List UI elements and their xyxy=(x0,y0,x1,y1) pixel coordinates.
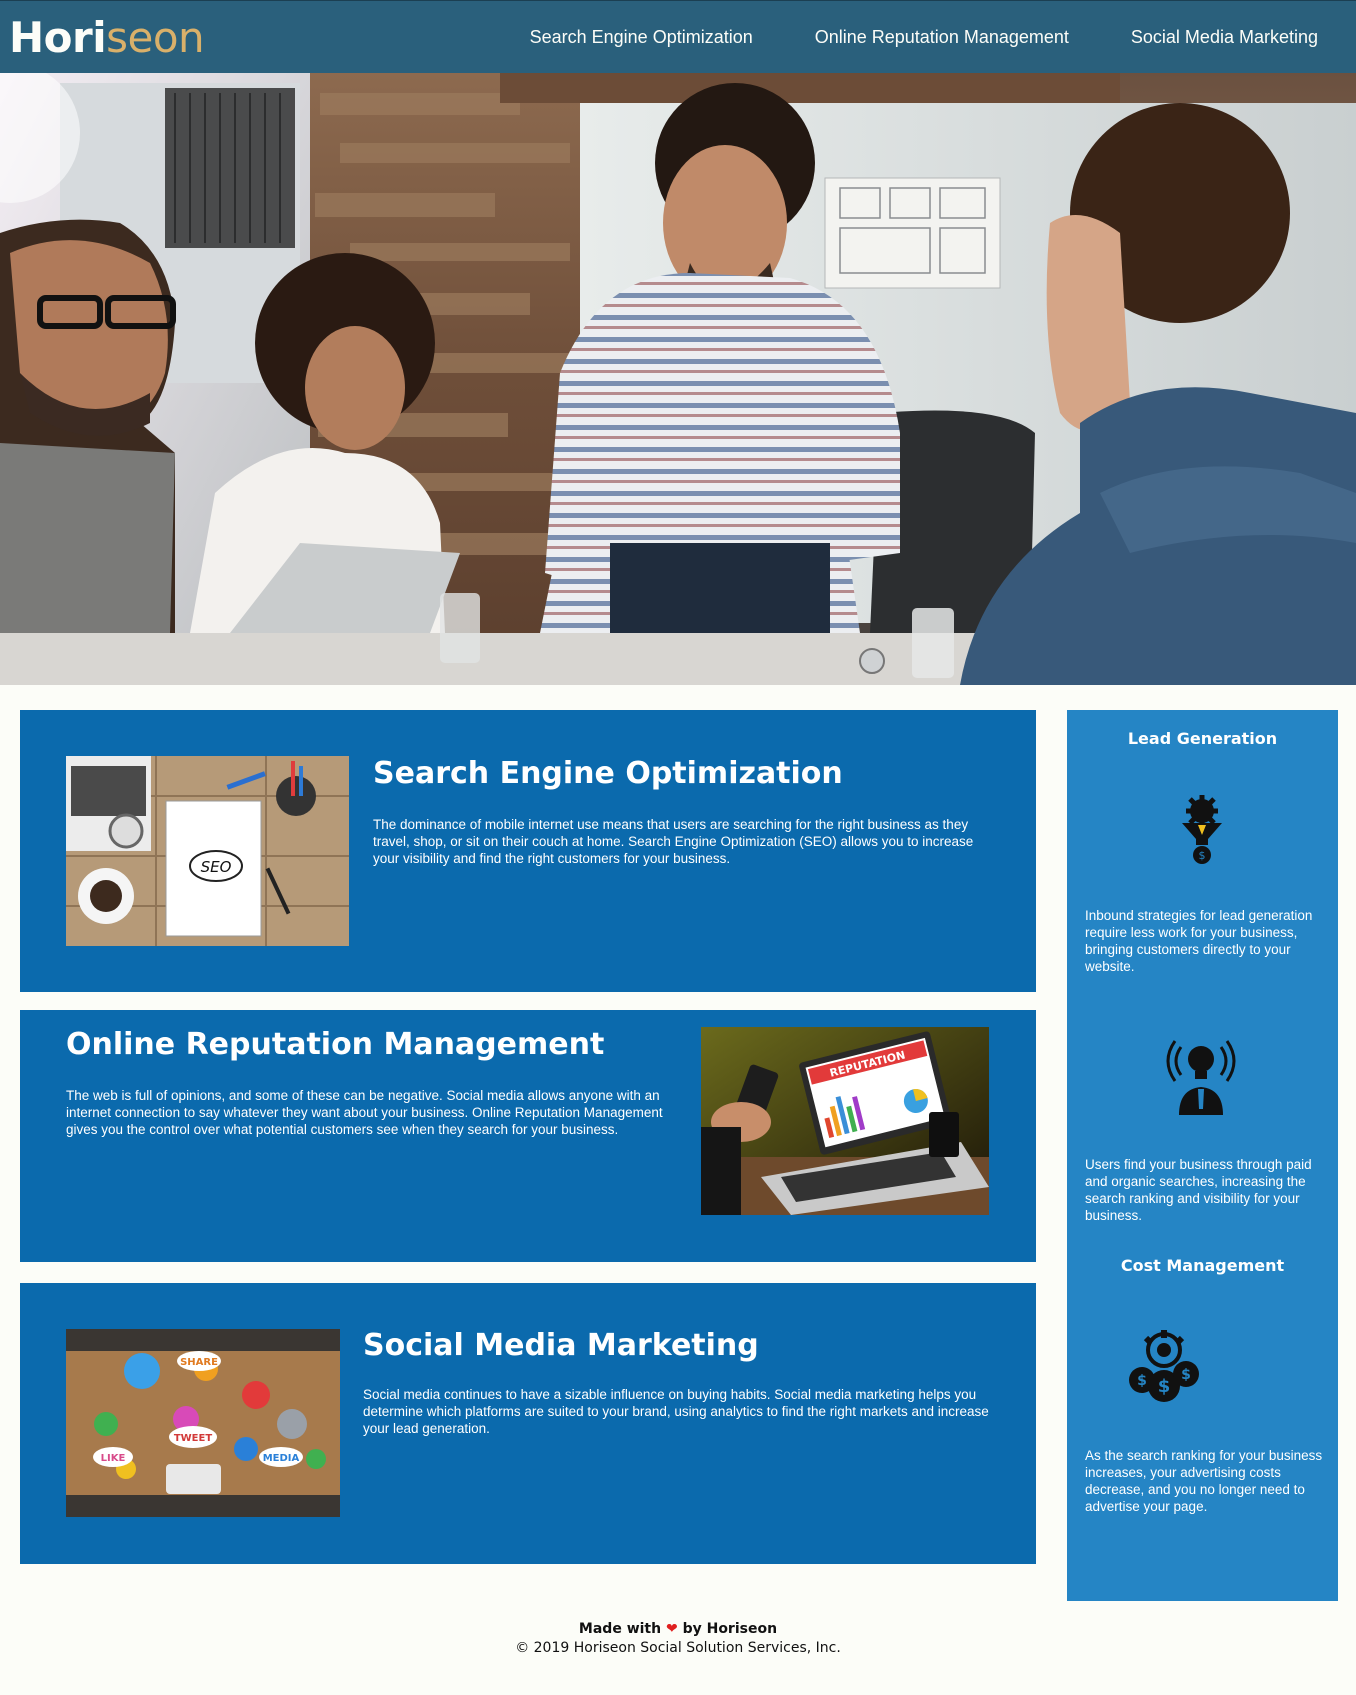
smm-word-media: MEDIA xyxy=(263,1453,300,1464)
hero-image xyxy=(0,73,1356,685)
seo-image: SEO xyxy=(66,756,349,946)
smm-social-illustration: SHARE TWEET LIKE MEDIA xyxy=(66,1329,340,1517)
cost-management-title: Cost Management xyxy=(1120,1256,1285,1275)
svg-text:$: $ xyxy=(1137,1373,1147,1389)
logo-main: Hori xyxy=(9,13,107,62)
site-header: Horiseon Search Engine Optimization Onli… xyxy=(0,0,1356,73)
lead-generation-icon: $ xyxy=(1178,793,1226,865)
svg-text:$: $ xyxy=(1199,849,1206,862)
smm-image: SHARE TWEET LIKE MEDIA xyxy=(66,1329,340,1517)
nav-link-orm[interactable]: Online Reputation Management xyxy=(815,27,1069,48)
orm-title: Online Reputation Management xyxy=(66,1027,605,1062)
brand-awareness-text: Users find your business through paid an… xyxy=(1085,1157,1312,1223)
section-seo: SEO Search Engine Optimization The domin… xyxy=(20,710,1036,992)
orm-laptop-illustration: REPUTATION xyxy=(701,1027,989,1215)
seo-title: Search Engine Optimization xyxy=(373,756,843,791)
smm-text: Social media continues to have a sizable… xyxy=(363,1387,989,1436)
section-orm: Online Reputation Management The web is … xyxy=(20,1010,1036,1262)
seo-desk-illustration: SEO xyxy=(66,756,349,946)
nav-link-smm[interactable]: Social Media Marketing xyxy=(1131,27,1318,48)
seo-text: The dominance of mobile internet use mea… xyxy=(373,817,974,866)
smm-title: Social Media Marketing xyxy=(363,1328,759,1363)
footer-made-with: Made with ❤ by Horiseon xyxy=(0,1620,1356,1639)
lead-generation-text: Inbound strategies for lead generation r… xyxy=(1085,908,1313,974)
logo-accent: seon xyxy=(106,13,205,62)
hero-office-illustration xyxy=(0,73,1356,685)
nav-link-seo[interactable]: Search Engine Optimization xyxy=(530,27,753,48)
footer-made-prefix: Made with xyxy=(578,1621,662,1637)
svg-text:$: $ xyxy=(1181,1367,1191,1383)
section-smm: SHARE TWEET LIKE MEDIA Social Media Mark… xyxy=(20,1283,1036,1564)
logo[interactable]: Horiseon xyxy=(9,13,205,62)
heart-icon: ❤ xyxy=(665,1621,678,1637)
brand-awareness-icon xyxy=(1165,1037,1237,1115)
main-nav: Search Engine Optimization Online Reputa… xyxy=(530,1,1318,74)
smm-word-share: SHARE xyxy=(180,1357,218,1368)
lead-generation-title: Lead Generation xyxy=(1127,729,1278,748)
orm-text: The web is full of opinions, and some of… xyxy=(66,1088,663,1137)
smm-word-like: LIKE xyxy=(101,1453,126,1464)
svg-text:$: $ xyxy=(1158,1376,1171,1397)
footer-copyright: © 2019 Horiseon Social Solution Services… xyxy=(515,1640,841,1656)
footer-made-suffix: by Horiseon xyxy=(682,1621,778,1637)
cost-management-icon: $ $ $ xyxy=(1128,1330,1202,1404)
smm-word-tweet: TWEET xyxy=(174,1433,213,1444)
sidebar: Lead Generation $ Inbound strategies for… xyxy=(1067,710,1338,1601)
orm-image: REPUTATION xyxy=(701,1027,989,1215)
site-footer: Made with ❤ by Horiseon © 2019 Horiseon … xyxy=(0,1620,1356,1658)
seo-image-text: SEO xyxy=(201,858,232,876)
cost-management-text: As the search ranking for your business … xyxy=(1085,1448,1323,1514)
